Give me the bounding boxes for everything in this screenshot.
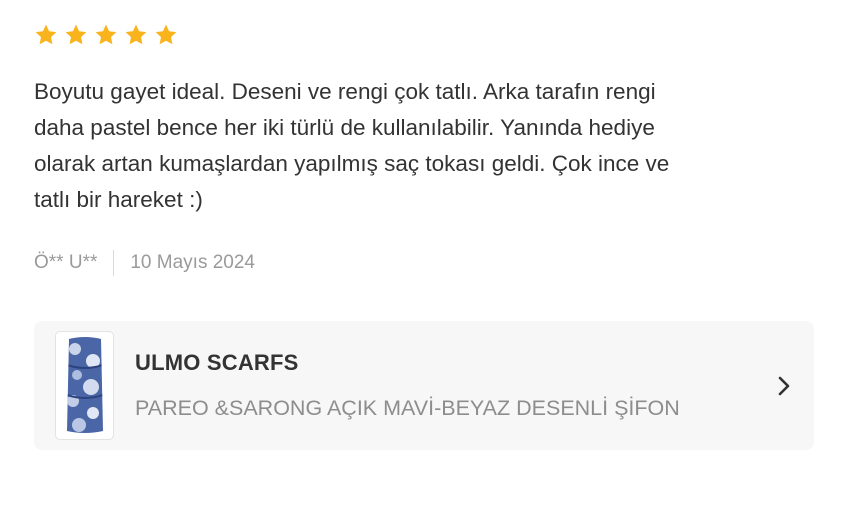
star-icon: [154, 23, 178, 47]
product-link-card[interactable]: ULMO SCARFS PAREO &SARONG AÇIK MAVİ-BEYA…: [34, 321, 814, 450]
star-rating: [34, 22, 814, 48]
product-name: PAREO &SARONG AÇIK MAVİ-BEYAZ DESENLİ Şİ…: [135, 396, 680, 420]
review-meta: Ö** U** 10 Mayıs 2024: [34, 250, 814, 276]
meta-divider: [113, 250, 115, 276]
star-icon: [124, 23, 148, 47]
review-author: Ö** U**: [34, 252, 98, 273]
star-icon: [34, 23, 58, 47]
review-date: 10 Mayıs 2024: [130, 252, 255, 273]
chevron-right-icon[interactable]: [772, 374, 796, 398]
review-card: Boyutu gayet ideal. Deseni ve rengi çok …: [34, 22, 814, 276]
star-icon: [94, 23, 118, 47]
review-text: Boyutu gayet ideal. Deseni ve rengi çok …: [34, 79, 670, 212]
product-brand: ULMO SCARFS: [135, 350, 299, 375]
product-info: ULMO SCARFS PAREO &SARONG AÇIK MAVİ-BEYA…: [135, 350, 772, 421]
scarf-thumbnail: [55, 331, 114, 440]
star-icon: [64, 23, 88, 47]
